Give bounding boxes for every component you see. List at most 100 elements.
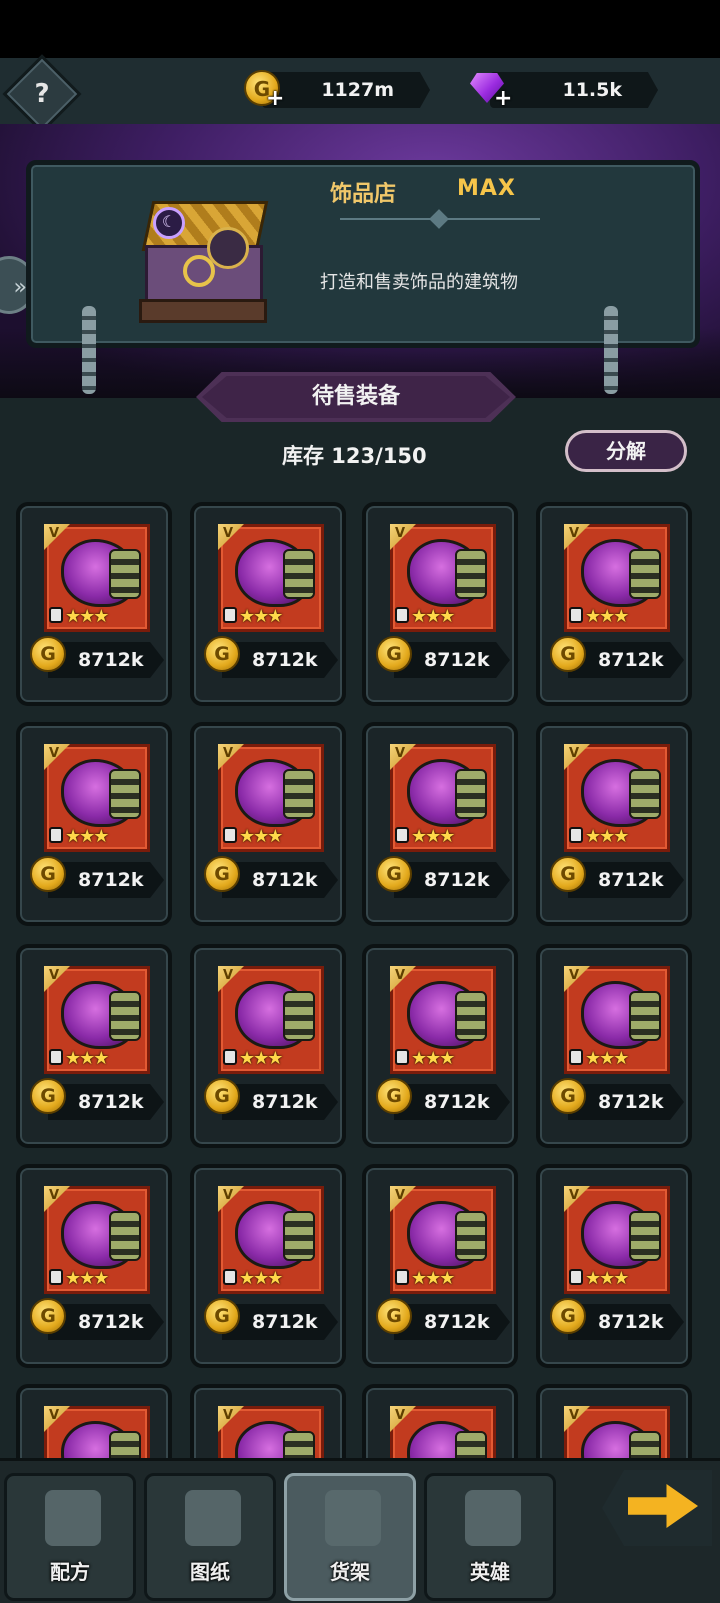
lock-icon[interactable]	[569, 607, 583, 623]
item-price: 8712k	[78, 869, 144, 891]
grade-label: V	[223, 526, 234, 541]
lock-icon[interactable]	[569, 1269, 583, 1285]
item-price: 8712k	[78, 1091, 144, 1113]
lock-icon[interactable]	[223, 1049, 237, 1065]
gauntlet-item-icon: V ★★★	[390, 744, 496, 852]
lock-icon[interactable]	[395, 607, 409, 623]
tab-recipe[interactable]: 配方	[4, 1473, 136, 1601]
item-price: 8712k	[424, 869, 490, 891]
tab-shelf[interactable]: 货架	[284, 1473, 416, 1601]
gauntlet-item-icon: V ★★★	[44, 524, 150, 632]
add-gold-icon[interactable]: +	[266, 88, 284, 110]
lock-icon[interactable]	[395, 1049, 409, 1065]
gold-coin-icon: G	[550, 1078, 586, 1114]
star-rating: ★★★	[65, 1048, 109, 1069]
gold-coin-icon: G	[30, 1078, 66, 1114]
shelf-icon	[325, 1490, 381, 1546]
add-gems-icon[interactable]: +	[494, 88, 512, 110]
equipment-card[interactable]: V ★★★ G 8712k	[190, 502, 346, 706]
equipment-card[interactable]: V ★★★ G 8712k	[16, 502, 172, 706]
gauntlet-item-icon: V ★★★	[390, 524, 496, 632]
grade-label: V	[49, 968, 60, 983]
gold-coin-icon: G	[376, 636, 412, 672]
grade-label: V	[223, 1188, 234, 1203]
item-price: 8712k	[424, 1311, 490, 1333]
lock-icon[interactable]	[395, 827, 409, 843]
gold-coin-icon: G	[204, 636, 240, 672]
gauntlet-item-icon: V ★★★	[564, 1186, 670, 1294]
grade-label: V	[395, 1408, 406, 1423]
equipment-card[interactable]: V ★★★ G 8712k	[362, 944, 518, 1148]
section-title: 待售装备	[311, 384, 400, 409]
star-rating: ★★★	[585, 1268, 629, 1289]
item-price: 8712k	[424, 649, 490, 671]
grade-label: V	[223, 968, 234, 983]
lock-icon[interactable]	[49, 607, 63, 623]
tab-label: 配方	[50, 1560, 90, 1584]
lock-icon[interactable]	[223, 1269, 237, 1285]
equipment-card[interactable]: V ★★★ G 8712k	[16, 944, 172, 1148]
equipment-card[interactable]: V ★★★ G 8712k	[536, 502, 692, 706]
equipment-grid: V ★★★ G 8712k V ★★★ G 8712k V ★★★ G 8712k V ★★★ G 8712k…	[16, 502, 706, 1482]
lock-icon[interactable]	[569, 1049, 583, 1065]
equipment-card[interactable]: V ★★★ G 8712k	[536, 722, 692, 926]
equipment-card[interactable]: V ★★★ G 8712k	[16, 1164, 172, 1368]
lock-icon[interactable]	[49, 1269, 63, 1285]
tab-hero[interactable]: 英雄	[424, 1473, 556, 1601]
blueprint-icon	[185, 1490, 241, 1546]
gem-currency[interactable]: 11.5k	[490, 72, 658, 108]
item-price: 8712k	[252, 869, 318, 891]
equipment-card[interactable]: V ★★★ G 8712k	[190, 944, 346, 1148]
tab-blueprint[interactable]: 图纸	[144, 1473, 276, 1601]
star-rating: ★★★	[239, 1268, 283, 1289]
gem-amount: 11.5k	[562, 79, 622, 101]
help-icon: ?	[34, 79, 50, 109]
star-rating: ★★★	[65, 826, 109, 847]
gold-currency[interactable]: 1127m	[262, 72, 430, 108]
star-rating: ★★★	[239, 606, 283, 627]
item-price: 8712k	[598, 649, 664, 671]
item-price: 8712k	[598, 869, 664, 891]
tab-label: 图纸	[190, 1560, 230, 1584]
gold-coin-icon: G	[376, 1078, 412, 1114]
gold-coin-icon: G	[30, 636, 66, 672]
gold-coin-icon: G	[204, 856, 240, 892]
star-rating: ★★★	[411, 1268, 455, 1289]
gold-coin-icon: G	[376, 856, 412, 892]
equipment-card[interactable]: V ★★★ G 8712k	[16, 722, 172, 926]
back-button[interactable]: ?	[2, 54, 82, 134]
dismantle-button[interactable]: 分解	[565, 430, 687, 472]
grade-label: V	[49, 1408, 60, 1423]
lock-icon[interactable]	[49, 827, 63, 843]
item-price: 8712k	[252, 1311, 318, 1333]
stock-counter: 库存 123/150	[282, 444, 427, 468]
lock-icon[interactable]	[395, 1269, 409, 1285]
gold-coin-icon: G	[30, 1298, 66, 1334]
grade-label: V	[569, 1408, 580, 1423]
lock-icon[interactable]	[49, 1049, 63, 1065]
gauntlet-item-icon: V ★★★	[44, 1186, 150, 1294]
gauntlet-item-icon: V ★★★	[564, 744, 670, 852]
equipment-card[interactable]: V ★★★ G 8712k	[536, 1164, 692, 1368]
equipment-card[interactable]: V ★★★ G 8712k	[362, 1164, 518, 1368]
gold-coin-icon: G	[204, 1298, 240, 1334]
hero-icon	[465, 1490, 521, 1546]
lock-icon[interactable]	[223, 607, 237, 623]
star-rating: ★★★	[411, 606, 455, 627]
tab-label: 英雄	[470, 1560, 510, 1584]
equipment-card[interactable]: V ★★★ G 8712k	[362, 502, 518, 706]
equipment-card[interactable]: V ★★★ G 8712k	[190, 722, 346, 926]
item-price: 8712k	[252, 1091, 318, 1113]
gold-coin-icon: G	[204, 1078, 240, 1114]
equipment-card[interactable]: V ★★★ G 8712k	[536, 944, 692, 1148]
grade-label: V	[395, 746, 406, 761]
star-rating: ★★★	[411, 826, 455, 847]
equipment-card[interactable]: V ★★★ G 8712k	[362, 722, 518, 926]
lock-icon[interactable]	[569, 827, 583, 843]
lock-icon[interactable]	[223, 827, 237, 843]
gauntlet-item-icon: V ★★★	[218, 744, 324, 852]
equipment-card[interactable]: V ★★★ G 8712k	[190, 1164, 346, 1368]
gold-amount: 1127m	[321, 79, 394, 101]
gold-coin-icon: G	[550, 636, 586, 672]
grade-label: V	[395, 968, 406, 983]
